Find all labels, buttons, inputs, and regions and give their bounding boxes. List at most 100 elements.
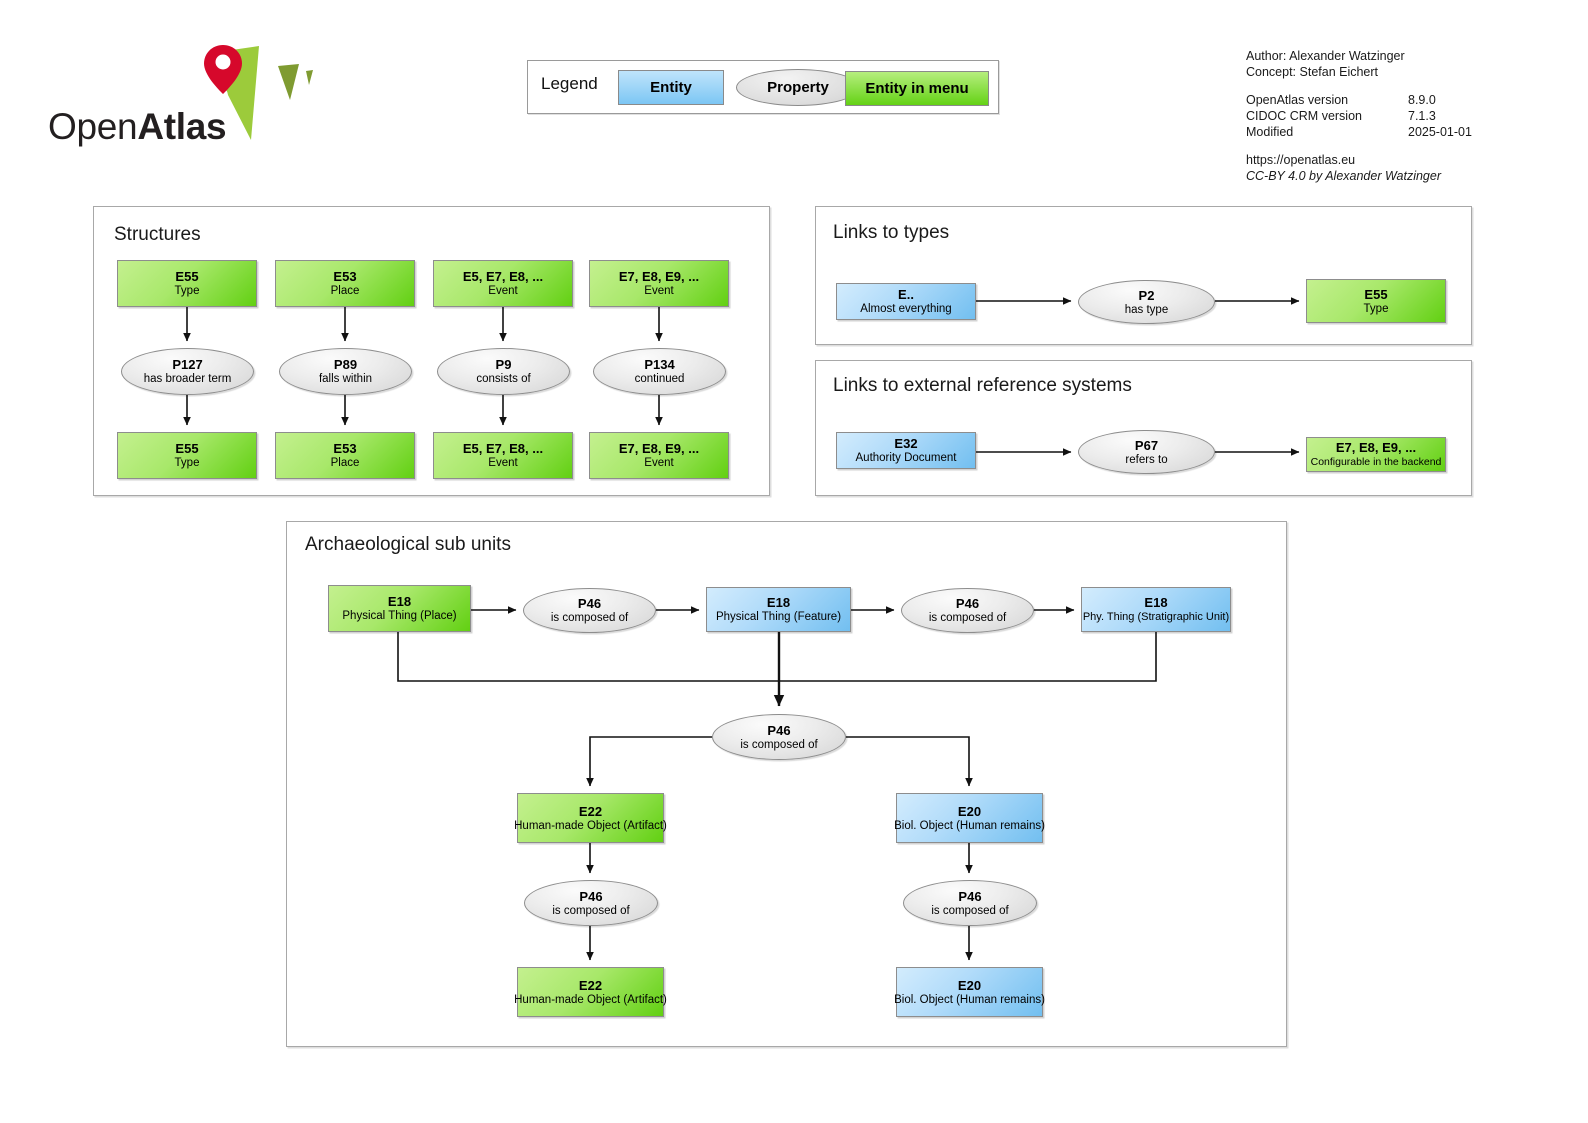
- meta-value-modified: 2025-01-01: [1408, 125, 1472, 139]
- node-label: is composed of: [740, 738, 818, 751]
- document-metadata: Author: Alexander Watzinger Concept: Ste…: [1246, 48, 1472, 184]
- node-label: Type: [174, 457, 200, 469]
- node-code: E53: [333, 269, 357, 284]
- panel-archaeological-title: Archaeological sub units: [305, 534, 511, 555]
- node-label: is composed of: [928, 612, 1007, 624]
- legend-title: Legend: [541, 74, 598, 93]
- links-ext-target-node[interactable]: E7, E8, E9, ... Configurable in the back…: [1306, 437, 1446, 472]
- node-code: E7, E8, E9, ...: [618, 441, 700, 456]
- meta-label-openatlas-version: OpenAtlas version: [1246, 93, 1349, 107]
- node-label: Event: [644, 457, 674, 469]
- node-label: Event: [644, 285, 674, 297]
- node-label: has type: [1124, 303, 1169, 316]
- node-code: E55: [1364, 286, 1388, 302]
- node-code: E18: [1144, 595, 1168, 610]
- node-label: refers to: [1125, 453, 1168, 466]
- node-label: Human-made Object (Artifact): [514, 819, 667, 832]
- node-code: E7, E8, E9, ...: [1335, 440, 1417, 455]
- node-code: P9: [495, 357, 512, 372]
- node-label: Event: [488, 285, 518, 297]
- meta-row-openatlas-version: OpenAtlas version 8.9.0: [1246, 92, 1441, 108]
- arch-property-feature-to-stratunit[interactable]: P46 is composed of: [901, 588, 1034, 633]
- links-ext-property[interactable]: P67 refers to: [1078, 430, 1215, 474]
- node-label: Biol. Object (Human remains): [894, 993, 1045, 1006]
- structures-col1-property[interactable]: P127 has broader term: [121, 348, 254, 395]
- arch-property-place-to-feature[interactable]: P46 is composed of: [523, 588, 656, 633]
- node-code: E22: [578, 803, 603, 819]
- node-code: P127: [172, 357, 203, 372]
- node-code: P46: [767, 722, 791, 738]
- node-code: E32: [894, 436, 918, 451]
- panel-links-to-types-title: Links to types: [833, 222, 950, 243]
- diagram-canvas: OpenAtlas Author: Alexander Watzinger Co…: [0, 0, 1588, 1123]
- structures-col4-bottom-node[interactable]: E7, E8, E9, ... Event: [589, 432, 729, 479]
- openatlas-logo: OpenAtlas: [48, 40, 318, 147]
- arch-node-biol-object-child[interactable]: E20 Biol. Object (Human remains): [894, 967, 1045, 1017]
- structures-col4-property[interactable]: P134 continued: [593, 348, 726, 395]
- meta-row-modified: Modified 2025-01-01: [1246, 124, 1472, 140]
- legend-chip-property: Property: [736, 69, 860, 106]
- node-code: P46: [579, 888, 603, 904]
- structures-col3-top-node[interactable]: E5, E7, E8, ... Event: [433, 260, 573, 307]
- node-label: Authority Document: [855, 452, 957, 464]
- node-code: P46: [577, 596, 602, 611]
- links-types-target-node[interactable]: E55 Type: [1306, 279, 1446, 323]
- arch-property-object-composed[interactable]: P46 is composed of: [524, 880, 658, 926]
- node-label: Biol. Object (Human remains): [894, 819, 1045, 832]
- links-ext-source-node[interactable]: E32 Authority Document: [836, 432, 976, 469]
- node-label: Physical Thing (Place): [342, 610, 457, 622]
- node-label: Type: [1363, 302, 1389, 315]
- meta-label-cidoc-version: CIDOC CRM version: [1246, 109, 1362, 123]
- logo-word-open: Open: [48, 106, 138, 147]
- node-label: consists of: [476, 373, 531, 385]
- structures-col4-top-node[interactable]: E7, E8, E9, ... Event: [589, 260, 729, 307]
- node-code: P46: [958, 888, 982, 904]
- meta-concept: Concept: Stefan Eichert: [1246, 65, 1379, 79]
- logo-mark-icon: [204, 45, 313, 140]
- node-code: E5, E7, E8, ...: [462, 269, 544, 284]
- structures-col2-property[interactable]: P89 falls within: [279, 348, 412, 395]
- node-code: E53: [333, 441, 357, 456]
- node-label: falls within: [318, 373, 373, 385]
- node-code: E55: [175, 441, 199, 456]
- panel-structures-title: Structures: [114, 224, 201, 245]
- structures-col3-property[interactable]: P9 consists of: [437, 348, 570, 395]
- node-code: E..: [898, 287, 914, 302]
- arch-property-biol-object-composed[interactable]: P46 is composed of: [903, 880, 1037, 926]
- arch-node-human-made-object[interactable]: E22 Human-made Object (Artifact): [514, 793, 667, 843]
- meta-value-openatlas-version: 8.9.0: [1408, 93, 1436, 107]
- meta-row-cidoc-version: CIDOC CRM version 7.1.3: [1246, 108, 1441, 124]
- node-label: is composed of: [931, 904, 1009, 917]
- node-label: Physical Thing (Feature): [715, 611, 842, 623]
- links-types-property[interactable]: P2 has type: [1078, 280, 1215, 324]
- node-code: E55: [175, 269, 199, 284]
- structures-col1-top-node[interactable]: E55 Type: [117, 260, 257, 307]
- structures-col1-bottom-node[interactable]: E55 Type: [117, 432, 257, 479]
- node-code: E18: [766, 595, 791, 610]
- arch-node-physical-thing-feature[interactable]: E18 Physical Thing (Feature): [706, 587, 851, 632]
- meta-license: CC-BY 4.0 by Alexander Watzinger: [1246, 169, 1442, 183]
- node-code: E7, E8, E9, ...: [618, 269, 700, 284]
- arch-node-physical-thing-place[interactable]: E18 Physical Thing (Place): [328, 585, 471, 632]
- meta-author: Author: Alexander Watzinger: [1246, 49, 1405, 63]
- node-label: Type: [174, 285, 200, 297]
- node-code: P89: [333, 357, 358, 372]
- structures-col2-top-node[interactable]: E53 Place: [275, 260, 415, 307]
- meta-url[interactable]: https://openatlas.eu: [1246, 152, 1441, 168]
- node-code: E18: [387, 594, 412, 609]
- legend-chip-entity: Entity: [618, 70, 724, 105]
- node-label: is composed of: [552, 904, 630, 917]
- node-label: is composed of: [550, 612, 629, 624]
- structures-col2-bottom-node[interactable]: E53 Place: [275, 432, 415, 479]
- node-code: E20: [957, 803, 982, 819]
- node-code: E22: [578, 977, 603, 993]
- arch-node-biol-object[interactable]: E20 Biol. Object (Human remains): [894, 793, 1045, 843]
- structures-col3-bottom-node[interactable]: E5, E7, E8, ... Event: [433, 432, 573, 479]
- node-code: P46: [955, 596, 980, 611]
- arch-property-hub-is-composed-of[interactable]: P46 is composed of: [712, 714, 846, 760]
- arch-node-human-made-object-child[interactable]: E22 Human-made Object (Artifact): [514, 967, 667, 1017]
- links-types-source-node[interactable]: E.. Almost everything: [836, 283, 976, 320]
- node-label: Configurable in the backend: [1310, 456, 1442, 468]
- node-label: Event: [488, 457, 518, 469]
- arch-node-physical-thing-stratigraphic-unit[interactable]: E18 Phy. Thing (Stratigraphic Unit): [1081, 587, 1231, 632]
